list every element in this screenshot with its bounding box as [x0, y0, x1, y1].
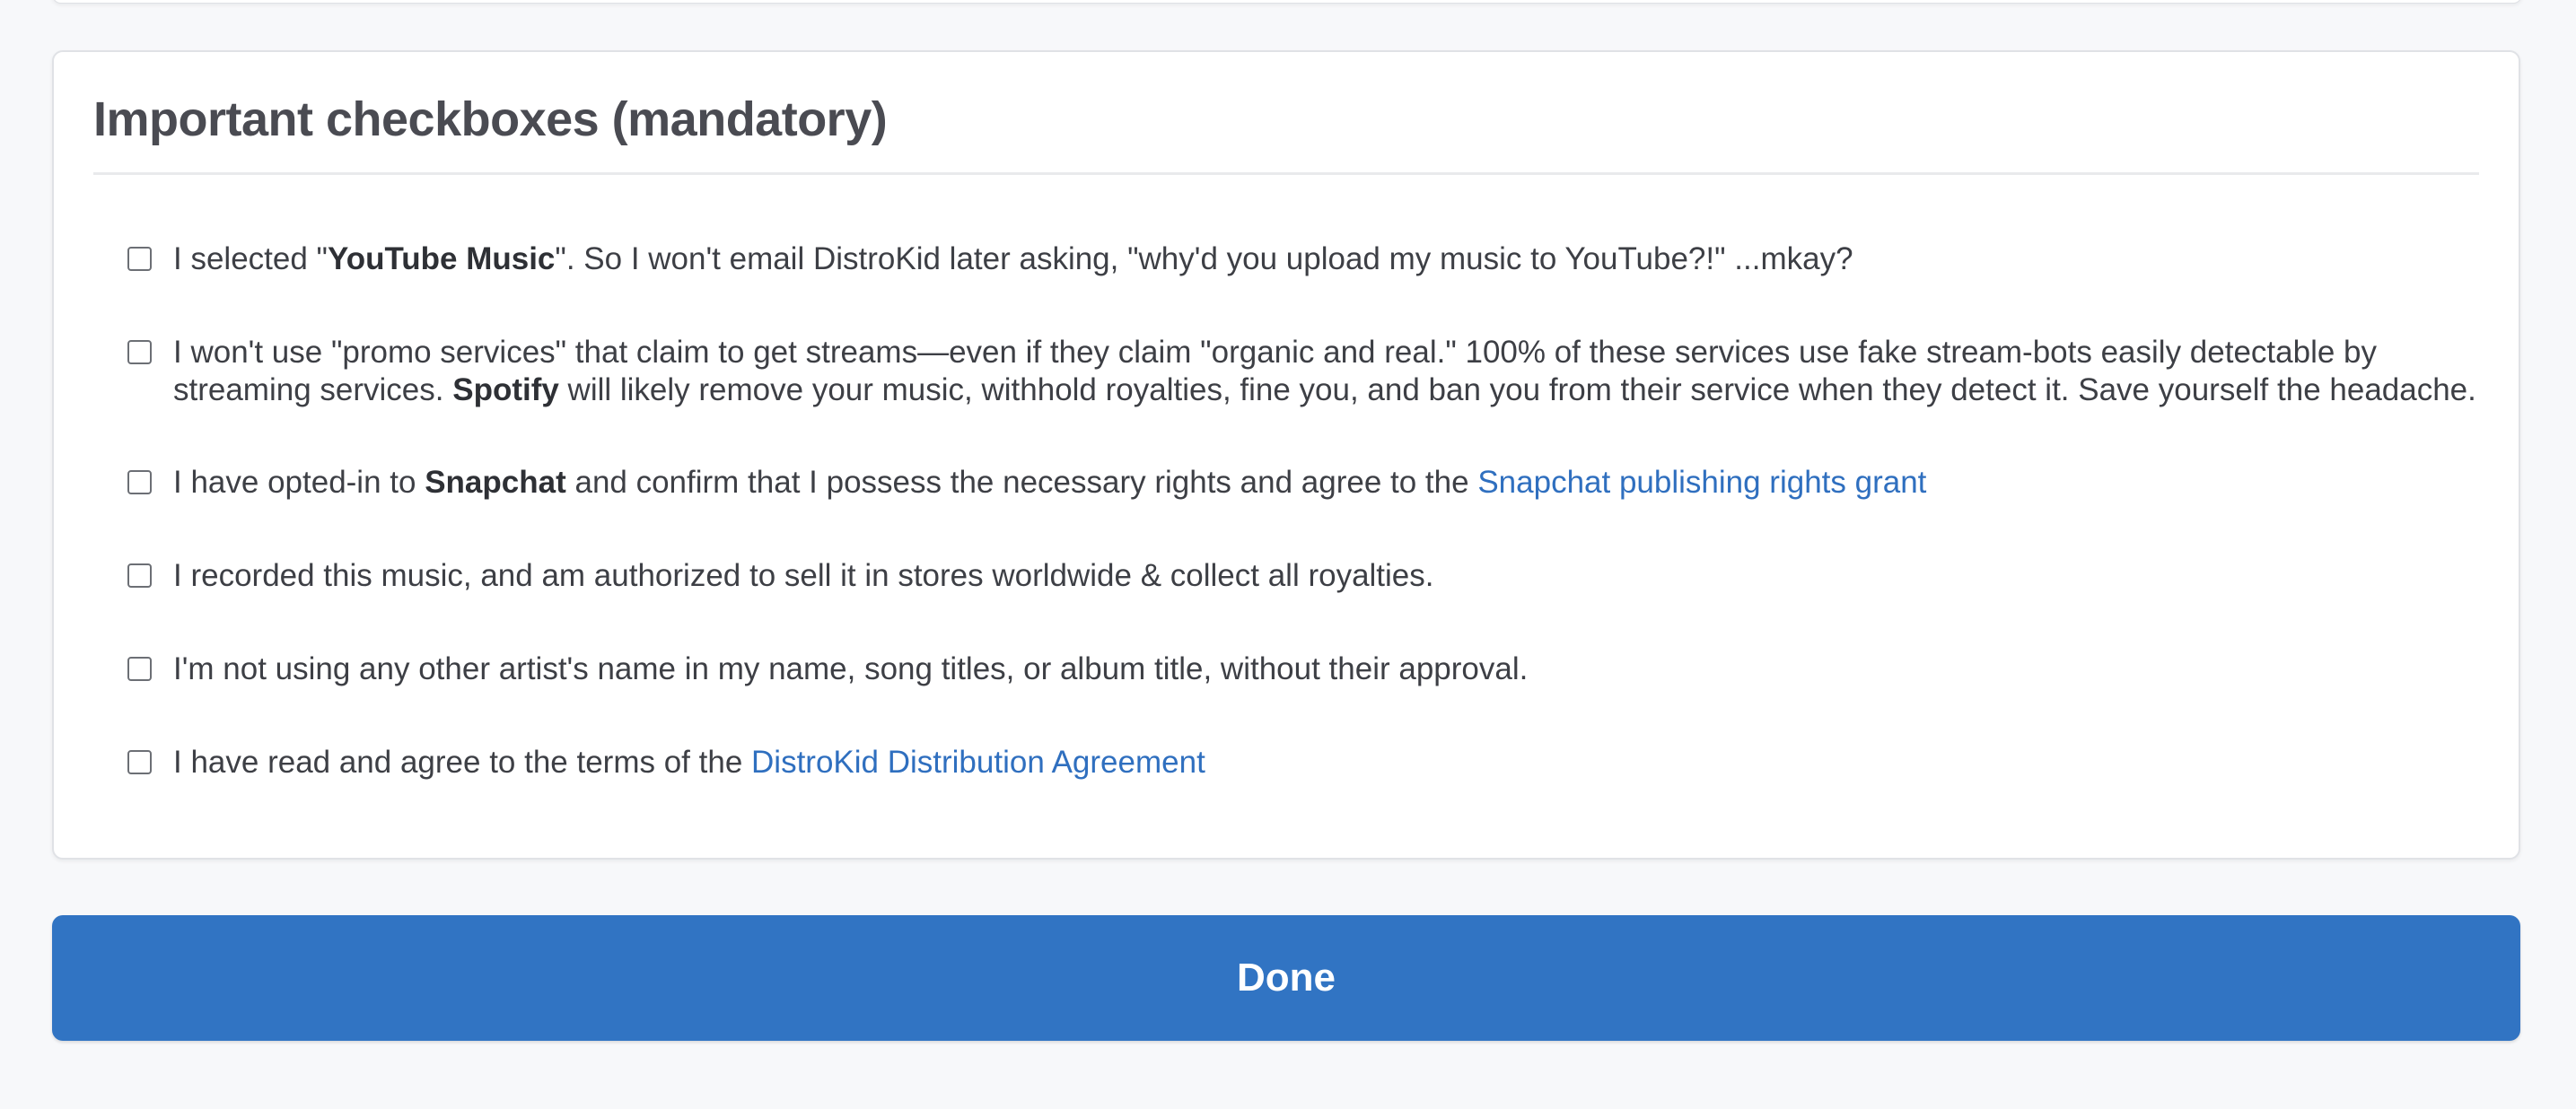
- label-text: will likely remove your music, withhold …: [558, 372, 2476, 407]
- checkbox-label: I won't use "promo services" that claim …: [173, 334, 2479, 409]
- checkbox-label: I have opted-in to Snapchat and confirm …: [173, 464, 2479, 502]
- bold-text: Snapchat: [425, 465, 566, 500]
- youtube-music-checkbox[interactable]: [127, 247, 152, 271]
- checkbox-row-promo-services[interactable]: I won't use "promo services" that claim …: [127, 334, 2479, 409]
- title-divider: [93, 172, 2479, 175]
- snapchat-checkbox[interactable]: [127, 470, 152, 494]
- checkbox-row-distribution-agreement[interactable]: I have read and agree to the terms of th…: [127, 744, 2479, 782]
- label-text: and confirm that I possess the necessary…: [565, 465, 1478, 500]
- label-text: I recorded this music, and am authorized…: [173, 558, 1434, 593]
- checkbox-label: I recorded this music, and am authorized…: [173, 557, 2479, 595]
- done-button[interactable]: Done: [52, 915, 2520, 1041]
- agreement-link[interactable]: DistroKid Distribution Agreement: [751, 745, 1205, 780]
- checkbox-row-snapchat[interactable]: I have opted-in to Snapchat and confirm …: [127, 464, 2479, 502]
- label-text: I have read and agree to the terms of th…: [173, 745, 752, 780]
- promo-services-checkbox[interactable]: [127, 340, 152, 364]
- checkbox-row-youtube-music[interactable]: I selected "YouTube Music". So I won't e…: [127, 240, 2479, 278]
- checkbox-label: I'm not using any other artist's name in…: [173, 651, 2479, 688]
- distribution-agreement-checkbox[interactable]: [127, 750, 152, 774]
- bold-text: YouTube Music: [327, 241, 556, 276]
- checkbox-label: I selected "YouTube Music". So I won't e…: [173, 240, 2479, 278]
- label-text: I selected ": [173, 241, 328, 276]
- section-title: Important checkboxes (mandatory): [93, 92, 888, 146]
- recorded-music-checkbox[interactable]: [127, 563, 152, 588]
- checkbox-row-recorded-music[interactable]: I recorded this music, and am authorized…: [127, 557, 2479, 595]
- label-text: I'm not using any other artist's name in…: [173, 651, 1529, 686]
- bold-text: Spotify: [452, 372, 559, 407]
- checkbox-row-artist-name[interactable]: I'm not using any other artist's name in…: [127, 651, 2479, 688]
- label-text: I have opted-in to: [173, 465, 425, 500]
- artist-name-checkbox[interactable]: [127, 657, 152, 681]
- agreement-link[interactable]: Snapchat publishing rights grant: [1477, 465, 1926, 500]
- previous-card-edge: [52, 0, 2522, 4]
- label-text: ". So I won't email DistroKid later aski…: [555, 241, 1853, 276]
- mandatory-checkboxes-card: Important checkboxes (mandatory) I selec…: [52, 50, 2520, 860]
- checkbox-label: I have read and agree to the terms of th…: [173, 744, 2479, 782]
